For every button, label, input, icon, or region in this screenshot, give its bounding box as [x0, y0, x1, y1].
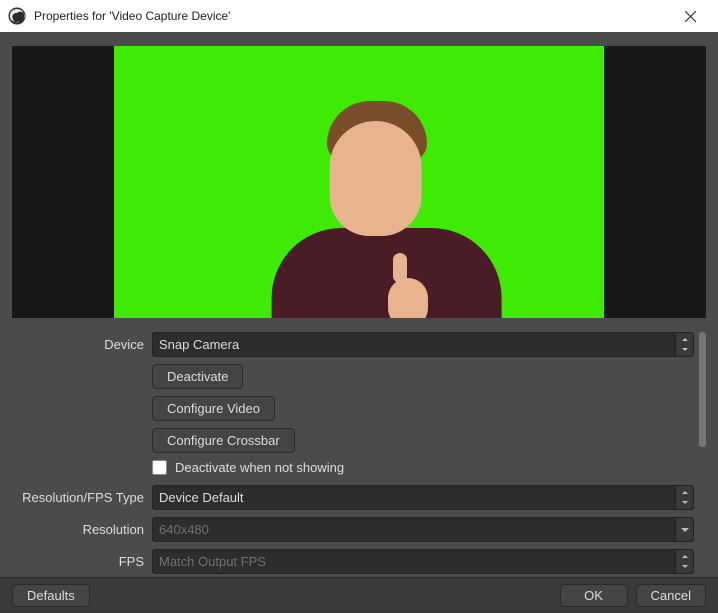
close-button[interactable] — [670, 2, 710, 30]
resolution-label: Resolution — [12, 522, 144, 537]
resolution-value: 640x480 — [159, 522, 209, 537]
deactivate-when-not-showing-label: Deactivate when not showing — [175, 460, 344, 475]
configure-video-button[interactable]: Configure Video — [152, 396, 275, 421]
preview-container — [0, 32, 718, 326]
updown-icon — [675, 333, 693, 356]
resolution-fps-type-value: Device Default — [159, 490, 244, 505]
device-select[interactable]: Snap Camera — [152, 332, 694, 357]
configure-crossbar-button[interactable]: Configure Crossbar — [152, 428, 295, 453]
form-area: Device Snap Camera Deactivate Configure … — [0, 326, 718, 577]
person-torso — [272, 228, 502, 318]
video-preview — [12, 46, 706, 318]
resolution-select[interactable]: 640x480 — [152, 517, 694, 542]
preview-greenscreen — [114, 46, 604, 318]
cancel-button[interactable]: Cancel — [636, 584, 706, 607]
form-scrollbar[interactable] — [699, 332, 706, 577]
dialog-footer: Defaults OK Cancel — [0, 577, 718, 613]
window-title: Properties for 'Video Capture Device' — [34, 9, 662, 23]
updown-icon — [675, 486, 693, 509]
device-label: Device — [12, 337, 144, 352]
properties-dialog: Properties for 'Video Capture Device' — [0, 0, 718, 613]
device-select-value: Snap Camera — [159, 337, 239, 352]
person-hand — [388, 278, 428, 318]
titlebar: Properties for 'Video Capture Device' — [0, 0, 718, 32]
obs-app-icon — [8, 7, 26, 25]
resolution-fps-type-label: Resolution/FPS Type — [12, 490, 144, 505]
dialog-content: Device Snap Camera Deactivate Configure … — [0, 32, 718, 613]
fps-select[interactable]: Match Output FPS — [152, 549, 694, 574]
ok-button[interactable]: OK — [560, 584, 628, 607]
fps-label: FPS — [12, 554, 144, 569]
updown-icon — [675, 550, 693, 573]
deactivate-when-not-showing-checkbox[interactable] — [152, 460, 167, 475]
defaults-button[interactable]: Defaults — [12, 584, 90, 607]
person-face — [330, 121, 422, 236]
chevron-down-icon — [675, 518, 693, 541]
fps-value: Match Output FPS — [159, 554, 266, 569]
deactivate-button[interactable]: Deactivate — [152, 364, 243, 389]
person-thumb — [393, 253, 407, 283]
resolution-fps-type-select[interactable]: Device Default — [152, 485, 694, 510]
scrollbar-thumb[interactable] — [699, 332, 706, 447]
